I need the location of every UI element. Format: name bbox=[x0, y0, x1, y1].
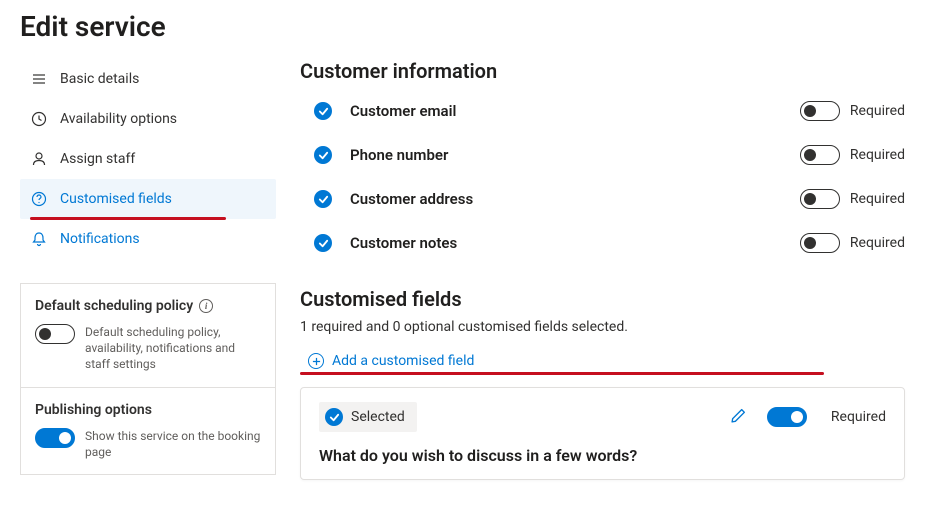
add-customised-field-button[interactable]: Add a customised field bbox=[300, 353, 474, 373]
page-title: Edit service bbox=[20, 10, 905, 43]
customer-information-heading: Customer information bbox=[300, 59, 905, 83]
add-customised-field-label: Add a customised field bbox=[332, 353, 474, 369]
annotation-underline bbox=[30, 217, 226, 220]
checkmark-icon bbox=[314, 146, 332, 164]
customised-fields-summary: 1 required and 0 optional customised fie… bbox=[300, 319, 905, 335]
sidebar-item-label: Availability options bbox=[60, 111, 177, 127]
sidebar-item-customised-fields[interactable]: Customised fields bbox=[20, 179, 276, 219]
customised-fields-heading: Customised fields bbox=[300, 287, 905, 311]
default-scheduling-policy-card: Default scheduling policy i Default sche… bbox=[20, 283, 276, 388]
required-toggle[interactable] bbox=[800, 101, 840, 121]
field-label: Customer notes bbox=[350, 234, 800, 252]
required-toggle[interactable] bbox=[800, 233, 840, 253]
customer-info-row-email: Customer email Required bbox=[314, 101, 905, 121]
info-icon[interactable]: i bbox=[199, 299, 213, 313]
required-toggle[interactable] bbox=[800, 145, 840, 165]
customer-info-row-notes: Customer notes Required bbox=[314, 233, 905, 253]
edit-button[interactable] bbox=[725, 403, 753, 431]
required-toggle[interactable] bbox=[800, 189, 840, 209]
selected-chip-label: Selected bbox=[351, 409, 405, 425]
default-policy-toggle[interactable] bbox=[35, 324, 75, 344]
sidebar-item-assign-staff[interactable]: Assign staff bbox=[20, 139, 276, 179]
default-policy-description: Default scheduling policy, availability,… bbox=[85, 324, 261, 373]
question-required-toggle[interactable] bbox=[767, 407, 807, 427]
selected-chip[interactable]: Selected bbox=[319, 402, 417, 432]
custom-question-card: Selected Required What do you wish to di… bbox=[300, 387, 905, 480]
sidebar-item-label: Assign staff bbox=[60, 151, 135, 167]
checkmark-icon bbox=[314, 102, 332, 120]
sidebar-item-label: Customised fields bbox=[60, 191, 172, 207]
bell-icon bbox=[30, 230, 48, 248]
required-label: Required bbox=[831, 409, 886, 425]
annotation-underline bbox=[300, 372, 824, 375]
clock-icon bbox=[30, 110, 48, 128]
sidebar-item-label: Basic details bbox=[60, 71, 139, 87]
field-label: Phone number bbox=[350, 146, 800, 164]
sidebar-item-basic-details[interactable]: Basic details bbox=[20, 59, 276, 99]
sidebar-item-notifications[interactable]: Notifications bbox=[20, 219, 276, 259]
checkmark-icon bbox=[314, 234, 332, 252]
pencil-icon bbox=[730, 407, 747, 428]
person-icon bbox=[30, 150, 48, 168]
required-label: Required bbox=[850, 147, 905, 163]
required-label: Required bbox=[850, 191, 905, 207]
checkmark-icon bbox=[325, 408, 343, 426]
card-title: Default scheduling policy bbox=[35, 298, 193, 314]
sidebar-item-availability[interactable]: Availability options bbox=[20, 99, 276, 139]
sidebar-item-label: Notifications bbox=[60, 231, 140, 247]
card-title: Publishing options bbox=[35, 402, 152, 418]
publishing-description: Show this service on the booking page bbox=[85, 428, 261, 460]
publishing-options-card: Publishing options Show this service on … bbox=[20, 388, 276, 475]
field-label: Customer email bbox=[350, 102, 800, 120]
list-icon bbox=[30, 70, 48, 88]
field-label: Customer address bbox=[350, 190, 800, 208]
question-circle-icon bbox=[30, 190, 48, 208]
required-label: Required bbox=[850, 235, 905, 251]
required-label: Required bbox=[850, 103, 905, 119]
plus-circle-icon bbox=[308, 353, 324, 369]
question-text: What do you wish to discuss in a few wor… bbox=[319, 446, 886, 465]
sidebar: Basic details Availability options Assig… bbox=[20, 59, 276, 480]
customer-info-row-phone: Phone number Required bbox=[314, 145, 905, 165]
publishing-toggle[interactable] bbox=[35, 428, 75, 448]
checkmark-icon bbox=[314, 190, 332, 208]
main-content: Customer information Customer email Requ… bbox=[300, 59, 905, 480]
customer-info-row-address: Customer address Required bbox=[314, 189, 905, 209]
